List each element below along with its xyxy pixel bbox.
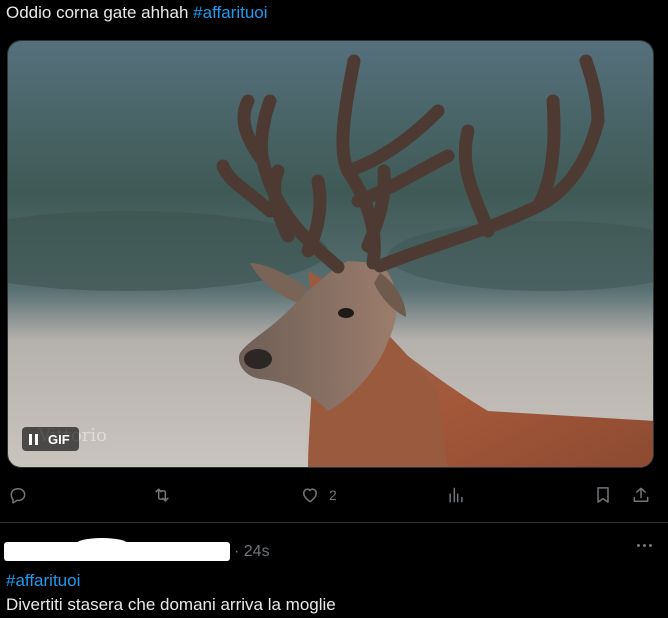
reply-header: · 24s <box>0 538 668 566</box>
like-count: 2 <box>329 487 337 503</box>
heart-icon <box>303 488 317 503</box>
post-actions: 2 <box>0 478 668 514</box>
more-options-icon[interactable] <box>637 544 652 547</box>
gif-label: GIF <box>48 431 70 447</box>
repost-button[interactable] <box>152 485 172 505</box>
reply-button[interactable] <box>8 485 28 505</box>
post-body: Oddio corna gate ahhah <box>6 3 194 22</box>
pause-icon[interactable] <box>29 433 38 445</box>
gif-media[interactable]: Vittorio GIF <box>7 40 654 468</box>
post-hashtag-link[interactable]: #affarituoi <box>193 3 267 22</box>
like-button[interactable]: 2 <box>300 485 337 505</box>
bookmark-button[interactable] <box>593 485 613 505</box>
bookmark-icon <box>597 487 609 503</box>
reply-timestamp[interactable]: · 24s <box>234 543 270 561</box>
reply-hashtag-link[interactable]: #affarituoi <box>6 570 80 592</box>
redacted-username[interactable] <box>4 538 230 561</box>
post-text: Oddio corna gate ahhah #affarituoi <box>6 2 268 24</box>
divider <box>0 522 668 523</box>
gif-badge[interactable]: GIF <box>22 427 79 451</box>
views-icon <box>449 487 463 503</box>
share-icon <box>633 487 649 502</box>
reply-icon <box>10 488 26 504</box>
repost-icon <box>155 488 169 502</box>
reply-text: Divertiti stasera che domani arriva la m… <box>6 595 336 614</box>
share-button[interactable] <box>631 485 651 505</box>
deer-image: Vittorio <box>8 41 653 467</box>
views-button[interactable] <box>446 485 466 505</box>
